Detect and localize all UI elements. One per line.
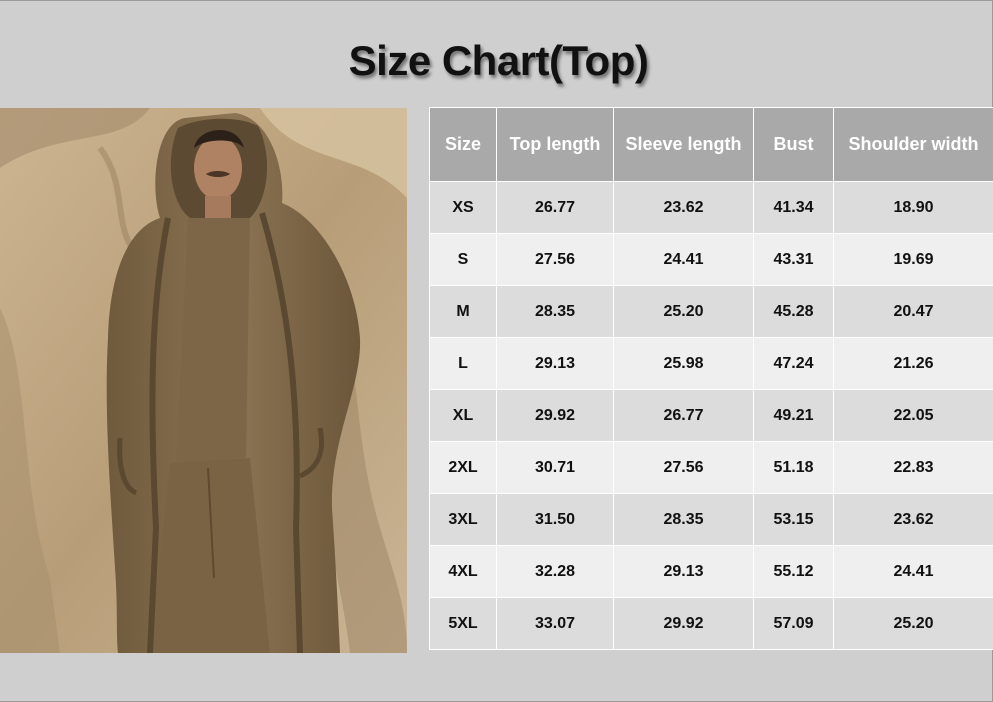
header-bust: Bust — [753, 107, 834, 182]
cell-shoulder-width: 18.90 — [833, 181, 993, 234]
table-row: L 29.13 25.98 47.24 21.26 — [429, 337, 993, 390]
cell-top-length: 29.13 — [496, 337, 614, 390]
table-row: XS 26.77 23.62 41.34 18.90 — [429, 181, 993, 234]
cell-top-length: 29.92 — [496, 389, 614, 442]
cell-sleeve-length: 27.56 — [613, 441, 754, 494]
cell-shoulder-width: 25.20 — [833, 597, 993, 650]
cell-sleeve-length: 24.41 — [613, 233, 754, 286]
cell-size: 5XL — [429, 597, 497, 650]
cell-sleeve-length: 25.98 — [613, 337, 754, 390]
cell-bust: 55.12 — [753, 545, 834, 598]
cell-bust: 49.21 — [753, 389, 834, 442]
cell-shoulder-width: 22.05 — [833, 389, 993, 442]
table-header-row: Size Top length Sleeve length Bust Shoul… — [429, 107, 993, 182]
cell-bust: 57.09 — [753, 597, 834, 650]
cell-bust: 45.28 — [753, 285, 834, 338]
cell-sleeve-length: 29.92 — [613, 597, 754, 650]
cell-top-length: 26.77 — [496, 181, 614, 234]
cell-sleeve-length: 28.35 — [613, 493, 754, 546]
cell-size: 3XL — [429, 493, 497, 546]
cell-bust: 53.15 — [753, 493, 834, 546]
cell-shoulder-width: 23.62 — [833, 493, 993, 546]
cell-size: S — [429, 233, 497, 286]
table-row: 3XL 31.50 28.35 53.15 23.62 — [429, 493, 993, 546]
model-in-hooded-cardigan-icon — [0, 108, 407, 653]
table-row: M 28.35 25.20 45.28 20.47 — [429, 285, 993, 338]
cell-size: 4XL — [429, 545, 497, 598]
cell-bust: 41.34 — [753, 181, 834, 234]
cell-top-length: 32.28 — [496, 545, 614, 598]
cell-top-length: 31.50 — [496, 493, 614, 546]
cell-bust: 47.24 — [753, 337, 834, 390]
table-row: XL 29.92 26.77 49.21 22.05 — [429, 389, 993, 442]
cell-size: M — [429, 285, 497, 338]
header-size: Size — [429, 107, 497, 182]
cell-top-length: 27.56 — [496, 233, 614, 286]
cell-size: XL — [429, 389, 497, 442]
cell-bust: 51.18 — [753, 441, 834, 494]
header-sleeve-length: Sleeve length — [613, 107, 754, 182]
cell-sleeve-length: 23.62 — [613, 181, 754, 234]
cell-shoulder-width: 20.47 — [833, 285, 993, 338]
header-top-length: Top length — [496, 107, 614, 182]
cell-top-length: 33.07 — [496, 597, 614, 650]
cell-shoulder-width: 21.26 — [833, 337, 993, 390]
cell-sleeve-length: 26.77 — [613, 389, 754, 442]
cell-size: 2XL — [429, 441, 497, 494]
cell-shoulder-width: 19.69 — [833, 233, 993, 286]
cell-top-length: 28.35 — [496, 285, 614, 338]
cell-sleeve-length: 29.13 — [613, 545, 754, 598]
cell-size: XS — [429, 181, 497, 234]
cell-shoulder-width: 22.83 — [833, 441, 993, 494]
cell-size: L — [429, 337, 497, 390]
table-row: 4XL 32.28 29.13 55.12 24.41 — [429, 545, 993, 598]
header-shoulder-width: Shoulder width — [833, 107, 993, 182]
size-table: Size Top length Sleeve length Bust Shoul… — [429, 107, 993, 650]
cell-shoulder-width: 24.41 — [833, 545, 993, 598]
table-row: 5XL 33.07 29.92 57.09 25.20 — [429, 597, 993, 650]
model-photo — [0, 108, 407, 653]
cell-sleeve-length: 25.20 — [613, 285, 754, 338]
size-chart-panel: Size Chart(Top) Size Top length Sleeve l… — [0, 0, 993, 702]
table-row: S 27.56 24.41 43.31 19.69 — [429, 233, 993, 286]
cell-top-length: 30.71 — [496, 441, 614, 494]
page-title: Size Chart(Top) — [348, 37, 649, 84]
table-row: 2XL 30.71 27.56 51.18 22.83 — [429, 441, 993, 494]
cell-bust: 43.31 — [753, 233, 834, 286]
